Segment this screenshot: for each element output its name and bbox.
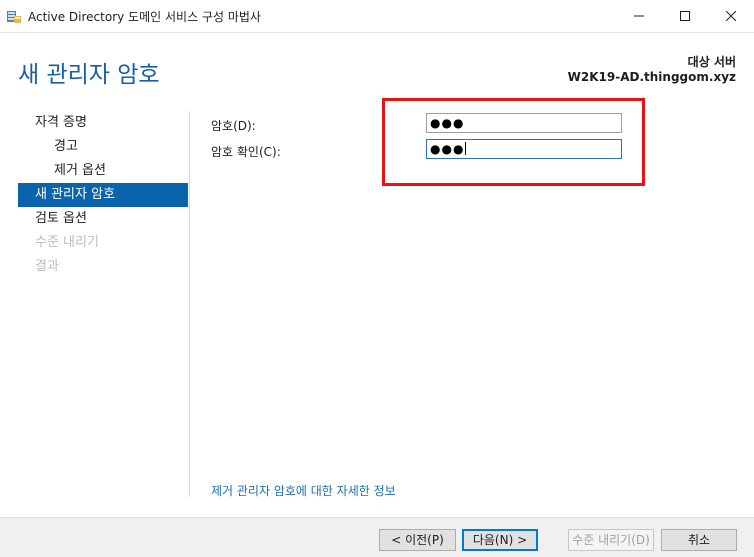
previous-button[interactable]: < 이전(P) bbox=[379, 529, 456, 551]
confirm-password-label: 암호 확인(C): bbox=[211, 145, 281, 159]
maximize-button[interactable] bbox=[662, 0, 708, 32]
wizard-nav: 자격 증명 경고 제거 옵션 새 관리자 암호 검토 옵션 수준 내리기 결과 bbox=[18, 111, 188, 279]
nav-item-removal-options[interactable]: 제거 옵션 bbox=[18, 159, 188, 183]
window-title: Active Directory 도메인 서비스 구성 마법사 bbox=[28, 10, 261, 24]
minimize-button[interactable] bbox=[616, 0, 662, 32]
minimize-icon bbox=[634, 15, 644, 17]
more-info-link[interactable]: 제거 관리자 암호에 대한 자세한 정보 bbox=[211, 482, 396, 499]
next-button[interactable]: 다음(N) > bbox=[462, 529, 538, 551]
page-title: 새 관리자 암호 bbox=[18, 62, 160, 88]
target-server-name: W2K19-AD.thinggom.xyz bbox=[567, 70, 736, 84]
nav-divider bbox=[189, 111, 190, 497]
annotation-highlight-box bbox=[382, 98, 645, 186]
nav-item-new-admin-password[interactable]: 새 관리자 암호 bbox=[18, 183, 188, 207]
nav-item-warnings[interactable]: 경고 bbox=[18, 135, 188, 159]
title-bar: Active Directory 도메인 서비스 구성 마법사 bbox=[0, 0, 754, 33]
close-icon bbox=[726, 11, 736, 21]
target-server-label: 대상 서버 bbox=[687, 55, 736, 69]
close-button[interactable] bbox=[708, 0, 754, 32]
nav-item-results: 결과 bbox=[35, 259, 59, 274]
nav-item-demotion: 수준 내리기 bbox=[35, 235, 99, 250]
maximize-icon bbox=[680, 11, 690, 21]
footer-bar: < 이전(P) 다음(N) > 수준 내리기(D) 취소 bbox=[0, 517, 754, 557]
demote-button: 수준 내리기(D) bbox=[568, 529, 654, 551]
cancel-button[interactable]: 취소 bbox=[661, 529, 737, 551]
nav-item-credentials[interactable]: 자격 증명 bbox=[18, 111, 188, 135]
password-label: 암호(D): bbox=[211, 119, 256, 133]
server-wizard-icon bbox=[6, 8, 22, 24]
nav-item-review-options[interactable]: 검토 옵션 bbox=[18, 207, 188, 231]
